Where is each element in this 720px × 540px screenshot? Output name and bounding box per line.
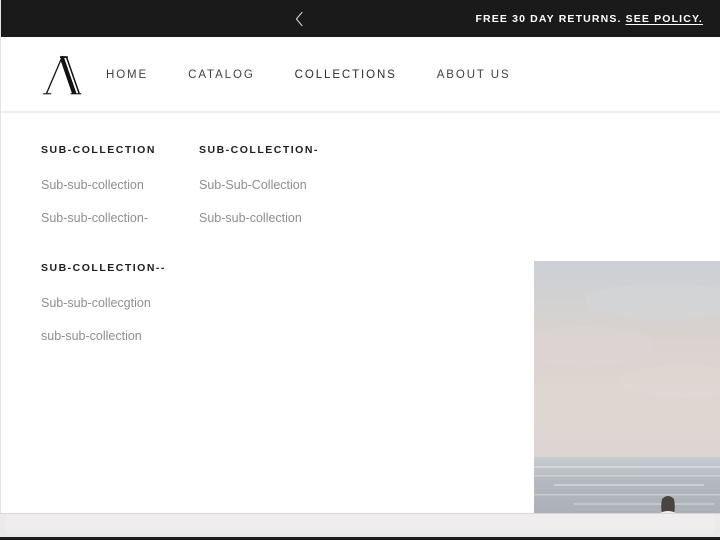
- megamenu-column-list: SUB-COLLECTION Sub-sub-collection Sub-su…: [41, 144, 511, 380]
- nav-item-collections[interactable]: COLLECTIONS: [295, 37, 397, 112]
- site-header: HOME CATALOG COLLECTIONS ABOUT US: [1, 37, 720, 112]
- browser-bottom-strip-inner: [6, 514, 714, 534]
- primary-navigation: HOME CATALOG COLLECTIONS ABOUT US: [106, 37, 511, 112]
- nav-item-label: COLLECTIONS: [295, 69, 397, 81]
- announcement-text: FREE 30 DAY RETURNS. SEE POLICY.: [475, 0, 703, 37]
- megamenu-link[interactable]: Sub-sub-collection-: [41, 211, 199, 225]
- coastal-beach-woman-reflection-photo[interactable]: [534, 261, 720, 513]
- chevron-left-icon: [294, 11, 305, 27]
- announcement-bar: FREE 30 DAY RETURNS. SEE POLICY.: [1, 0, 720, 37]
- nav-item-label: CATALOG: [188, 69, 255, 81]
- megamenu-heading: SUB-COLLECTION: [41, 144, 199, 156]
- announcement-policy-link[interactable]: SEE POLICY.: [626, 13, 703, 25]
- brand-logo-a-monogram[interactable]: [41, 50, 87, 98]
- announcement-message: FREE 30 DAY RETURNS.: [475, 13, 621, 25]
- megamenu-block-sub-collection-dash: SUB-COLLECTION- Sub-Sub-Collection Sub-s…: [199, 144, 357, 225]
- megamenu-heading: SUB-COLLECTION-: [199, 144, 357, 156]
- megamenu-block-sub-collection: SUB-COLLECTION Sub-sub-collection Sub-su…: [41, 144, 199, 225]
- nav-item-label: ABOUT US: [437, 69, 511, 81]
- collections-megamenu-panel: SUB-COLLECTION Sub-sub-collection Sub-su…: [1, 113, 720, 513]
- page-surface: FREE 30 DAY RETURNS. SEE POLICY.: [0, 0, 720, 513]
- nav-item-home[interactable]: HOME: [106, 37, 148, 112]
- megamenu-link[interactable]: Sub-sub-collection: [199, 211, 357, 225]
- nav-item-catalog[interactable]: CATALOG: [188, 37, 255, 112]
- announcement-prev-button[interactable]: [287, 0, 311, 37]
- megamenu-block-sub-collection-double-dash: SUB-COLLECTION-- Sub-sub-collecgtion sub…: [41, 262, 199, 343]
- browser-bottom-strip: [0, 513, 720, 540]
- megamenu-link[interactable]: sub-sub-collection: [41, 329, 199, 343]
- nav-item-label: HOME: [106, 69, 148, 81]
- megamenu-link[interactable]: Sub-sub-collection: [41, 178, 199, 192]
- megamenu-link[interactable]: Sub-Sub-Collection: [199, 178, 357, 192]
- megamenu-heading: SUB-COLLECTION--: [41, 262, 199, 274]
- nav-item-about-us[interactable]: ABOUT US: [437, 37, 511, 112]
- browser-viewport: FREE 30 DAY RETURNS. SEE POLICY.: [0, 0, 720, 540]
- megamenu-link[interactable]: Sub-sub-collecgtion: [41, 296, 199, 310]
